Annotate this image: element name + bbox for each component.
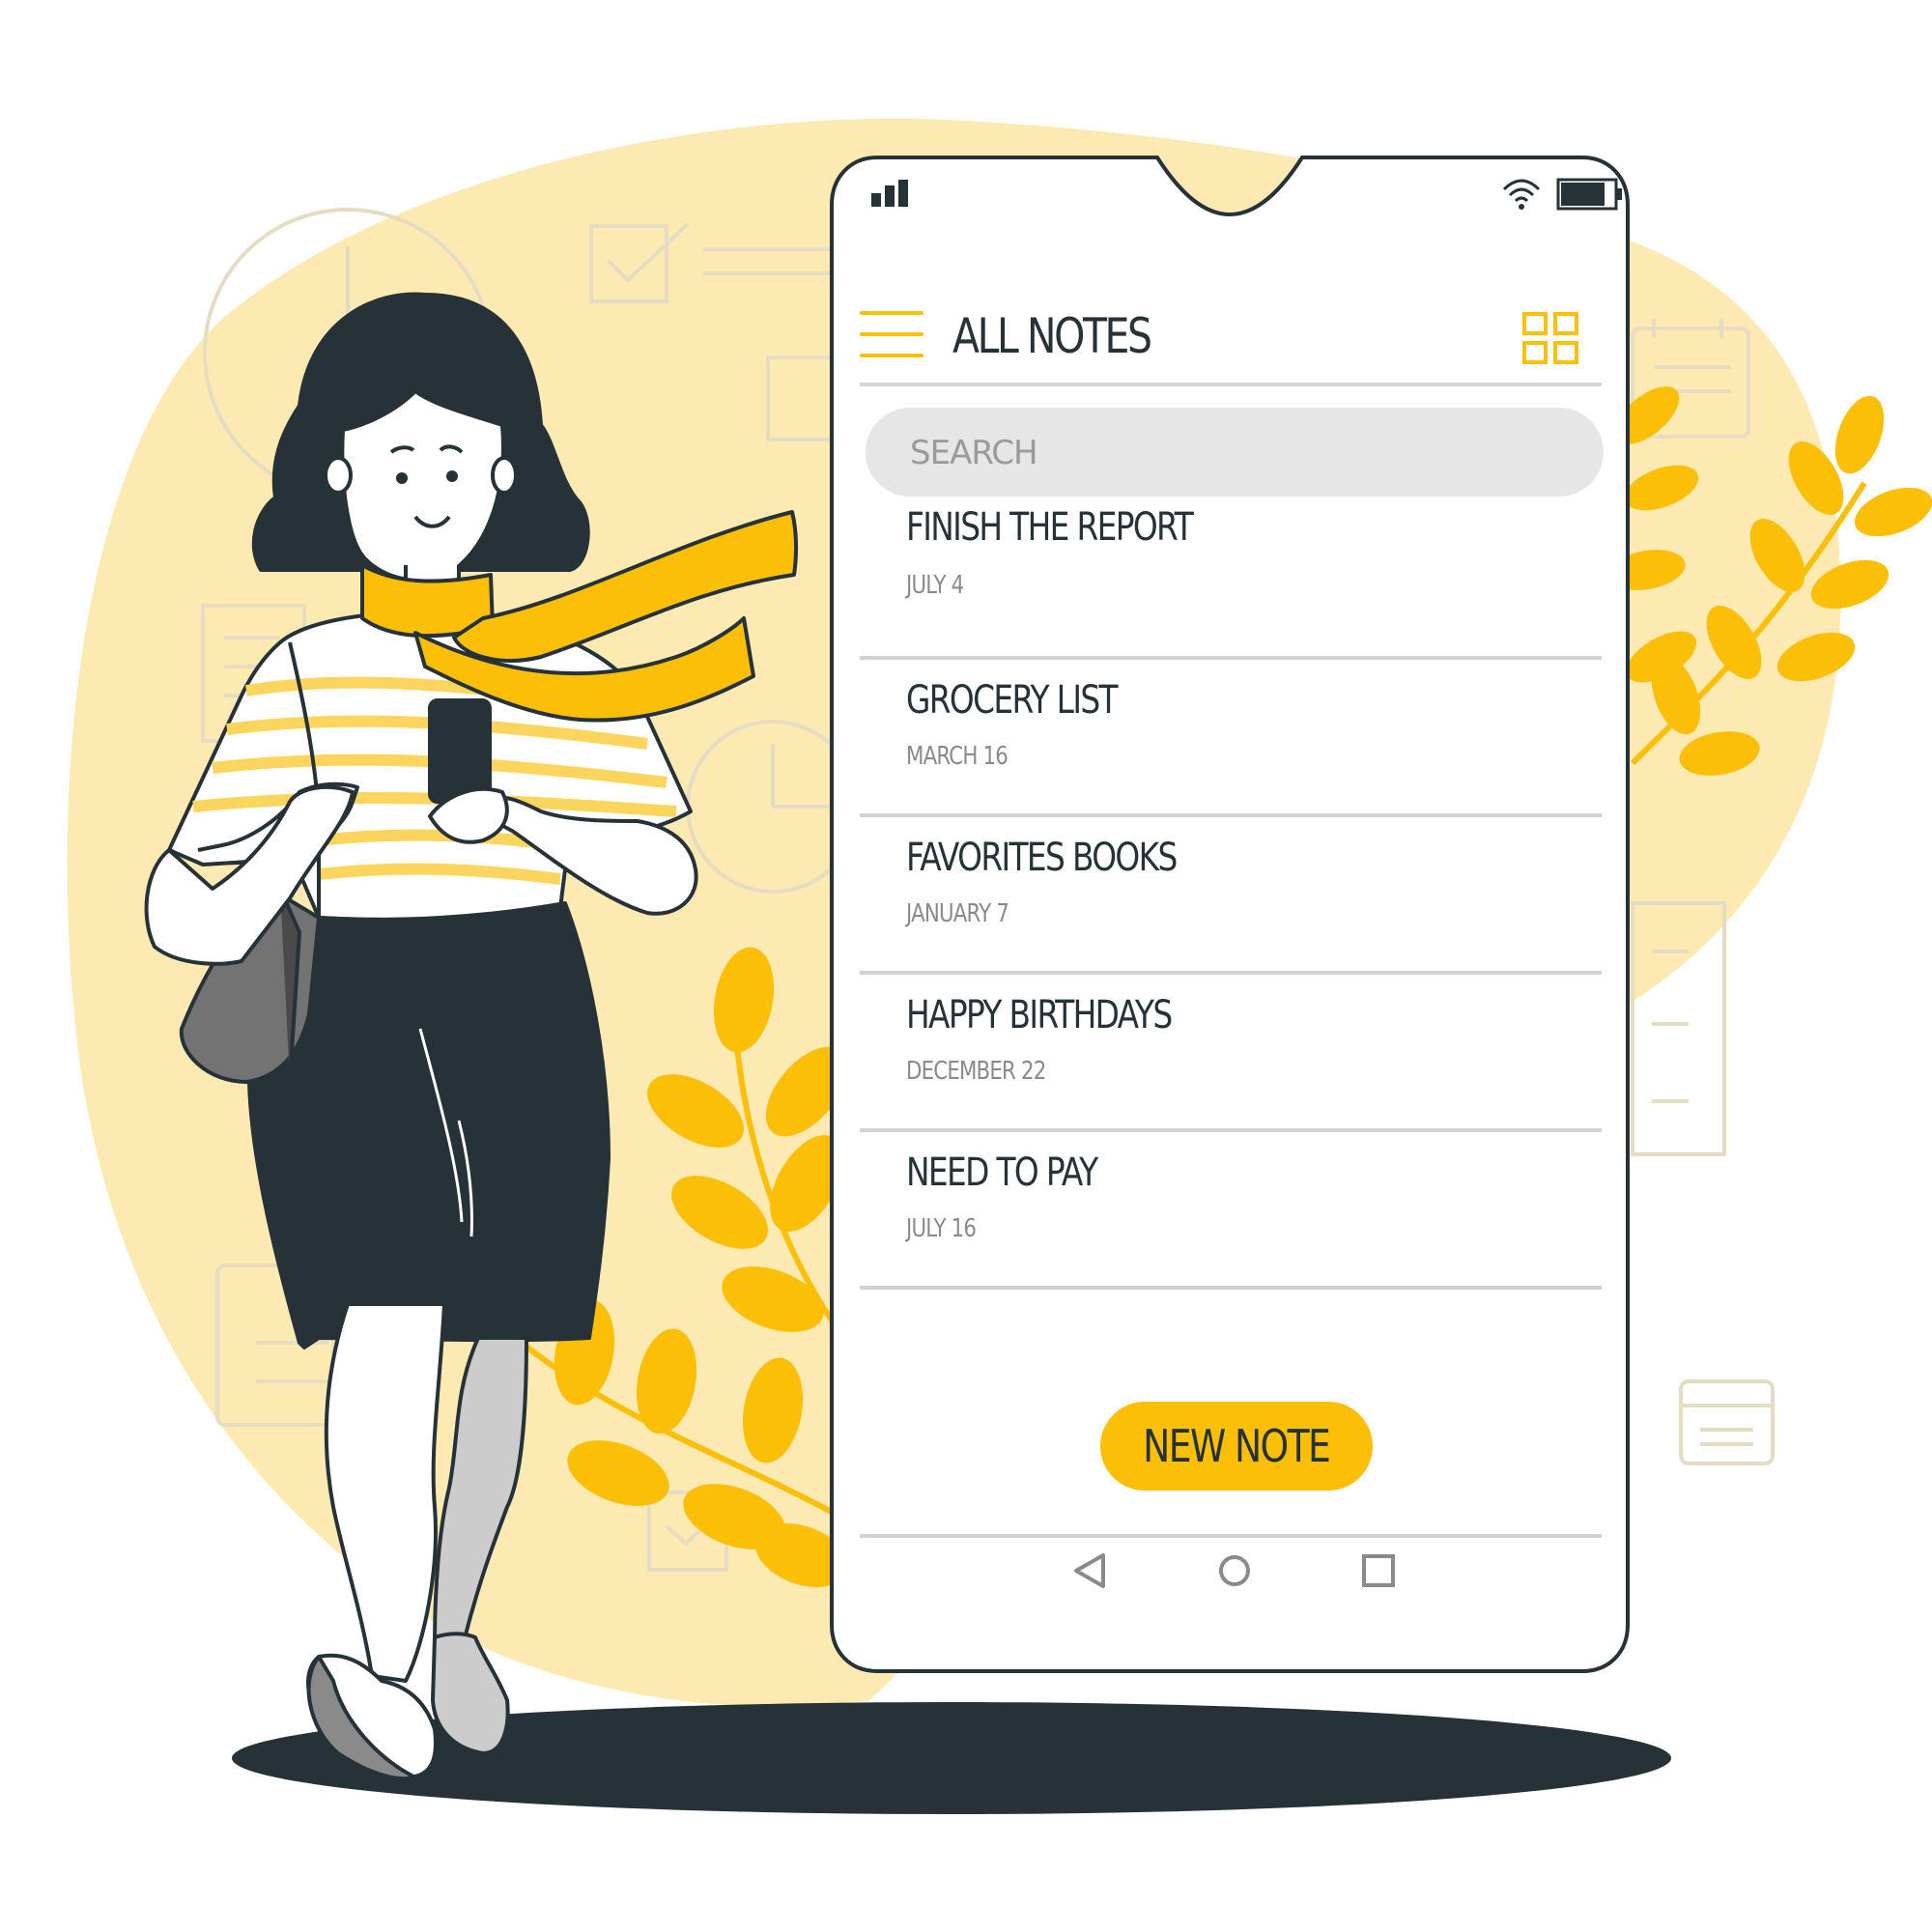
signal-icon [871,180,908,207]
phone-screen: ALL NOTES FINISH THE REPORT JULY 4 GROCE… [829,155,1631,1674]
note-title: NEED TO PAY [906,1151,1098,1195]
new-note-button[interactable]: NEW NOTE [1100,1402,1373,1491]
hamburger-menu-icon[interactable] [860,311,923,361]
grid-view-icon[interactable] [1522,312,1578,364]
note-title: HAPPY BIRTHDAYS [906,993,1173,1037]
circle-home-icon[interactable] [1217,1551,1252,1590]
left-leg [324,1302,446,1683]
note-date: DECEMBER 22 [906,1057,1046,1086]
note-date: MARCH 16 [906,742,1009,771]
note-divider [860,1286,1602,1290]
triangle-back-icon[interactable] [1072,1551,1107,1590]
page-title: ALL NOTES [952,308,1152,364]
note-title: FAVORITES BOOKS [906,836,1178,880]
status-bar [871,176,1622,224]
app-header: ALL NOTES [860,275,1602,372]
note-date: JANUARY 7 [906,899,1009,928]
notes-list: FINISH THE REPORT JULY 4 GROCERY LIST MA… [860,502,1602,1290]
illustration-scene: ALL NOTES FINISH THE REPORT JULY 4 GROCE… [0,0,1932,1932]
note-item[interactable]: FAVORITES BOOKS JANUARY 7 [860,817,1602,975]
note-date: JULY 4 [906,571,964,600]
nav-divider [860,1534,1602,1538]
battery-icon [1556,178,1622,211]
note-title: GROCERY LIST [906,678,1119,723]
new-note-label: NEW NOTE [1143,1420,1331,1472]
search-bar[interactable] [866,408,1604,497]
held-phone [428,698,492,804]
note-date: JULY 16 [906,1214,977,1243]
note-title: FINISH THE REPORT [906,505,1194,550]
search-input[interactable] [908,429,1569,477]
note-item[interactable]: HAPPY BIRTHDAYS DECEMBER 22 [860,975,1602,1132]
header-divider [860,383,1602,386]
note-item[interactable]: GROCERY LIST MARCH 16 [860,660,1602,817]
note-item[interactable]: FINISH THE REPORT JULY 4 [860,502,1602,660]
square-recent-icon[interactable] [1361,1551,1396,1590]
wifi-icon [1502,179,1541,210]
note-item[interactable]: NEED TO PAY JULY 16 [860,1132,1602,1290]
